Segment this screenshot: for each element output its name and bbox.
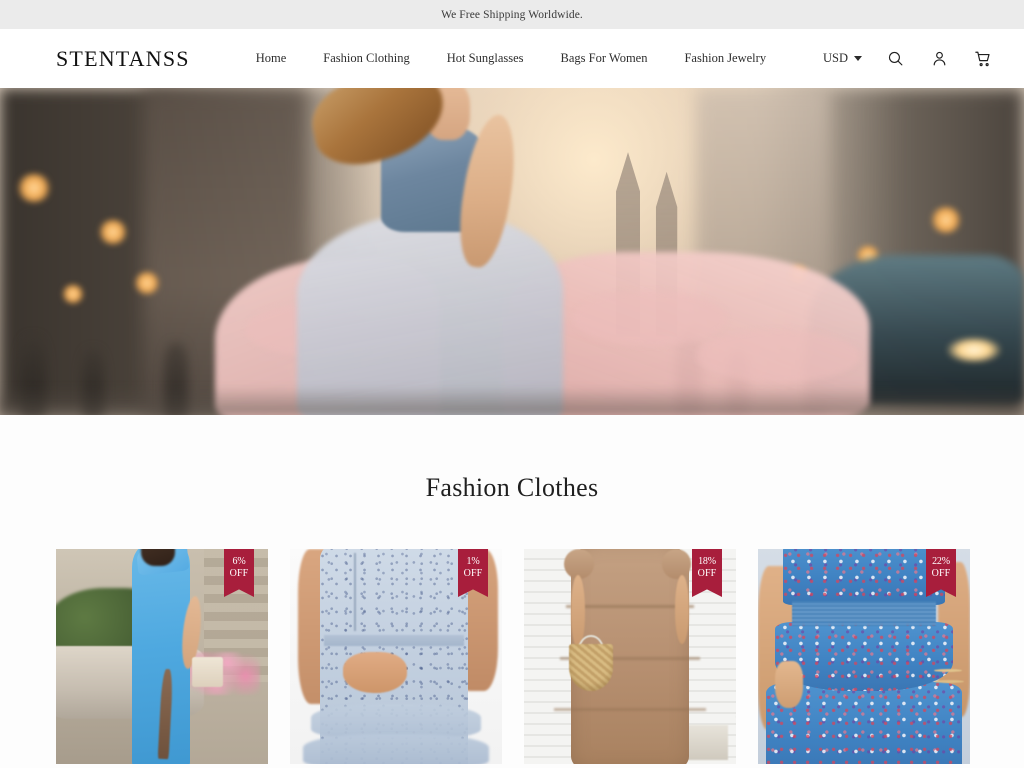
discount-percent: 18% [698,556,716,568]
nav-item-fashion-jewelry[interactable]: Fashion Jewelry [684,51,766,66]
discount-percent: 22% [932,556,950,568]
hero-skirt-ruffle [573,291,727,347]
currency-label: USD [823,51,848,66]
discount-percent: 1% [467,556,480,568]
announcement-bar: We Free Shipping Worldwide. [0,0,1024,29]
product-image-hands [343,652,407,693]
product-image-waistband [792,601,936,627]
product-card[interactable]: 1% OFF [290,549,502,764]
product-image-waistband [324,635,464,646]
nav-item-home[interactable]: Home [256,51,287,66]
site-header: STENTANSS Home Fashion Clothing Hot Sung… [0,29,1024,88]
hero-banner[interactable] [0,88,1024,415]
product-card[interactable]: 18% OFF [524,549,736,764]
discount-off-label: OFF [932,568,951,580]
product-card[interactable]: 6% OFF [56,549,268,764]
discount-off-label: OFF [698,568,717,580]
hero-model [0,88,1024,415]
fashion-clothes-section: Fashion Clothes 6% OFF [0,415,1024,768]
site-logo[interactable]: STENTANSS [56,46,190,72]
product-image-bodice-seam [354,553,356,630]
main-navigation: Home Fashion Clothing Hot Sunglasses Bag… [256,51,766,66]
nav-item-hot-sunglasses[interactable]: Hot Sunglasses [447,51,524,66]
product-image-straw-bag [569,644,614,691]
hero-ground-shadow [0,386,1024,415]
product-image-tier-seam [554,708,707,711]
product-grid: 6% OFF 1% OFF [0,549,1024,764]
discount-off-label: OFF [230,568,249,580]
currency-selector[interactable]: USD [823,51,862,66]
discount-percent: 6% [233,556,246,568]
product-image-arm-right [675,575,690,644]
nav-item-fashion-clothing[interactable]: Fashion Clothing [323,51,409,66]
product-image-hand [775,661,803,708]
header-actions: USD [823,48,994,70]
cart-icon[interactable] [972,48,994,70]
nav-item-bags-for-women[interactable]: Bags For Women [561,51,648,66]
search-icon[interactable] [884,48,906,70]
hero-skirt-tulle [297,212,563,415]
announcement-text: We Free Shipping Worldwide. [441,9,583,21]
account-icon[interactable] [928,48,950,70]
hero-skirt-ruffle [696,330,860,382]
section-title: Fashion Clothes [0,473,1024,503]
discount-off-label: OFF [464,568,483,580]
product-image-ruffle [303,734,490,764]
product-card[interactable]: 22% OFF [758,549,970,764]
product-image-handbag [192,657,224,687]
product-image-planter [685,725,727,759]
product-image-bodice [783,549,944,605]
chevron-down-icon [854,56,862,61]
